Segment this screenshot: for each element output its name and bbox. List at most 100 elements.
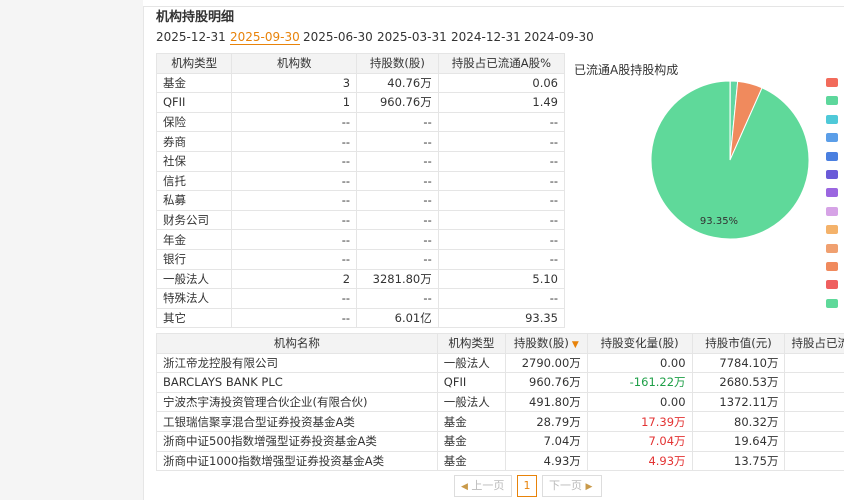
prev-page-button[interactable]: ◀ 上一页 [454,475,512,497]
table-cell: 2680.53万 [691,372,786,393]
legend-swatch[interactable] [826,133,838,143]
table-cell: 基金 [436,411,506,432]
table-cell: 一般法人 [155,268,233,290]
legend-swatch[interactable] [826,169,838,179]
table-cell: -- [231,307,358,329]
table-row: 保险 -- -- -- [155,111,566,133]
date-tab[interactable]: 2025-06-30 [303,30,373,44]
column-header: 机构类型 [155,53,233,74]
table-cell: 一般法人 [436,352,506,374]
institution-detail-table: 机构名称 机构类型 持股数(股) ▼ 持股变化量(股) 持股市值(元) 持股占已流 浙江帝龙… [156,333,844,472]
table-cell: -- [437,111,566,133]
table-cell: 7.04万 [504,430,588,452]
legend-swatch[interactable] [826,298,838,308]
date-tab[interactable]: 2025-09-30 [230,30,300,45]
column-header-label: 机构名称 [273,336,320,351]
table-row: 财务公司 -- -- -- [155,209,566,231]
table-cell: 28.79万 [504,411,588,432]
institution-name[interactable]: 浙江帝龙控股有限公司 [156,352,438,374]
table-cell: 5.10 [437,268,566,290]
table-cell: 保险 [155,111,233,133]
institution-name[interactable]: 工银瑞信聚享混合型证券投资基金A类 [156,411,438,432]
table-row: 工银瑞信聚享混合型证券投资基金A类 基金 28.79万 17.39万 80.32万 [156,411,844,432]
table-cell: 特殊法人 [155,288,233,309]
institution-type-table: 机构类型 机构数 持股数(股) 持股占已流通A股% 基金 3 40.76万 0.06 QFII… [155,53,566,329]
next-page-button[interactable]: 下一页 ▶ [542,475,602,497]
column-header: 持股占已流通A股% [437,53,566,74]
column-header: 持股数(股) [356,53,439,74]
table-cell: 960.76万 [356,92,439,113]
institution-name[interactable]: 浙商中证1000指数增强型证券投资基金A类 [156,450,438,472]
table-cell: -- [437,248,566,270]
table-row: 私募 -- -- -- [155,190,566,211]
column-header: 机构名称 [156,333,438,354]
column-header: 持股变化量(股) [586,333,693,354]
table-row: 社保 -- -- -- [155,150,566,172]
table-cell: 13.75万 [691,450,786,472]
sort-desc-icon[interactable]: ▼ [572,340,579,350]
table-cell [784,450,844,472]
table-row: BARCLAYS BANK PLC QFII 960.76万 -161.22万 2680… [156,372,844,393]
legend-swatch[interactable] [826,225,838,235]
column-header[interactable]: 持股数(股) ▼ [504,333,588,354]
legend-swatch[interactable] [826,96,838,106]
legend-swatch[interactable] [826,188,838,198]
table-cell: 0.00 [586,391,693,413]
column-header: 持股占已流 [784,333,844,354]
date-tab[interactable]: 2024-09-30 [524,30,594,44]
legend-swatch[interactable] [826,261,838,271]
pie-data-label: 93.35% [700,216,738,227]
table-cell: -- [437,170,566,192]
table-cell: -- [231,111,358,133]
column-header-label: 机构类型 [448,336,495,351]
table-cell: 年金 [155,229,233,250]
table-cell: 7784.10万 [691,352,786,374]
table-cell: 一般法人 [436,391,506,413]
table-cell: 19.64万 [691,430,786,452]
column-header-label: 持股市值(元) [705,336,772,351]
table-row: QFII 1 960.76万 1.49 [155,92,566,113]
table-cell: 4.93万 [586,450,693,472]
table-cell: -- [231,209,358,231]
table-cell: 93.35 [437,307,566,329]
column-header: 机构类型 [436,333,506,354]
table-cell: -- [356,111,439,133]
table-cell [784,411,844,432]
left-panel [0,0,144,500]
date-tab[interactable]: 2025-12-31 [156,30,226,44]
institution-name[interactable]: 浙商中证500指数增强型证券投资基金A类 [156,430,438,452]
table-row: 银行 -- -- -- [155,248,566,270]
table-cell: 7.04万 [586,430,693,452]
table-cell: 私募 [155,190,233,211]
table-cell: -- [437,190,566,211]
legend-swatch[interactable] [826,206,838,216]
institution-name[interactable]: BARCLAYS BANK PLC [156,372,438,393]
legend-swatch[interactable] [826,114,838,124]
table-row: 宁波杰宇涛投资管理合伙企业(有限合伙) 一般法人 491.80万 0.00 1372.1… [156,391,844,413]
institution-name[interactable]: 宁波杰宇涛投资管理合伙企业(有限合伙) [156,391,438,413]
column-header: 持股市值(元) [691,333,786,354]
table-cell [784,372,844,393]
table-cell: 其它 [155,307,233,329]
page-number-button[interactable]: 1 [517,475,537,497]
table-cell: -- [437,288,566,309]
legend-swatch[interactable] [826,151,838,161]
table-cell: -- [437,131,566,152]
pie-title: 已流通A股持股构成 [574,63,679,77]
legend-swatch[interactable] [826,78,838,87]
table-cell [784,352,844,374]
legend-swatch[interactable] [826,280,838,290]
table-cell: -- [231,150,358,172]
date-tab[interactable]: 2024-12-31 [451,30,521,44]
table-cell: 基金 [436,450,506,472]
column-header: 机构数 [231,53,358,74]
table-cell: 2 [231,268,358,290]
table-cell: 券商 [155,131,233,152]
table-row: 特殊法人 -- -- -- [155,288,566,309]
table-cell: 3281.80万 [356,268,439,290]
next-arrow-icon: ▶ [585,482,593,492]
legend-swatch[interactable] [826,243,838,253]
date-tab[interactable]: 2025-03-31 [377,30,447,44]
table-cell: -- [356,170,439,192]
table-cell: 17.39万 [586,411,693,432]
